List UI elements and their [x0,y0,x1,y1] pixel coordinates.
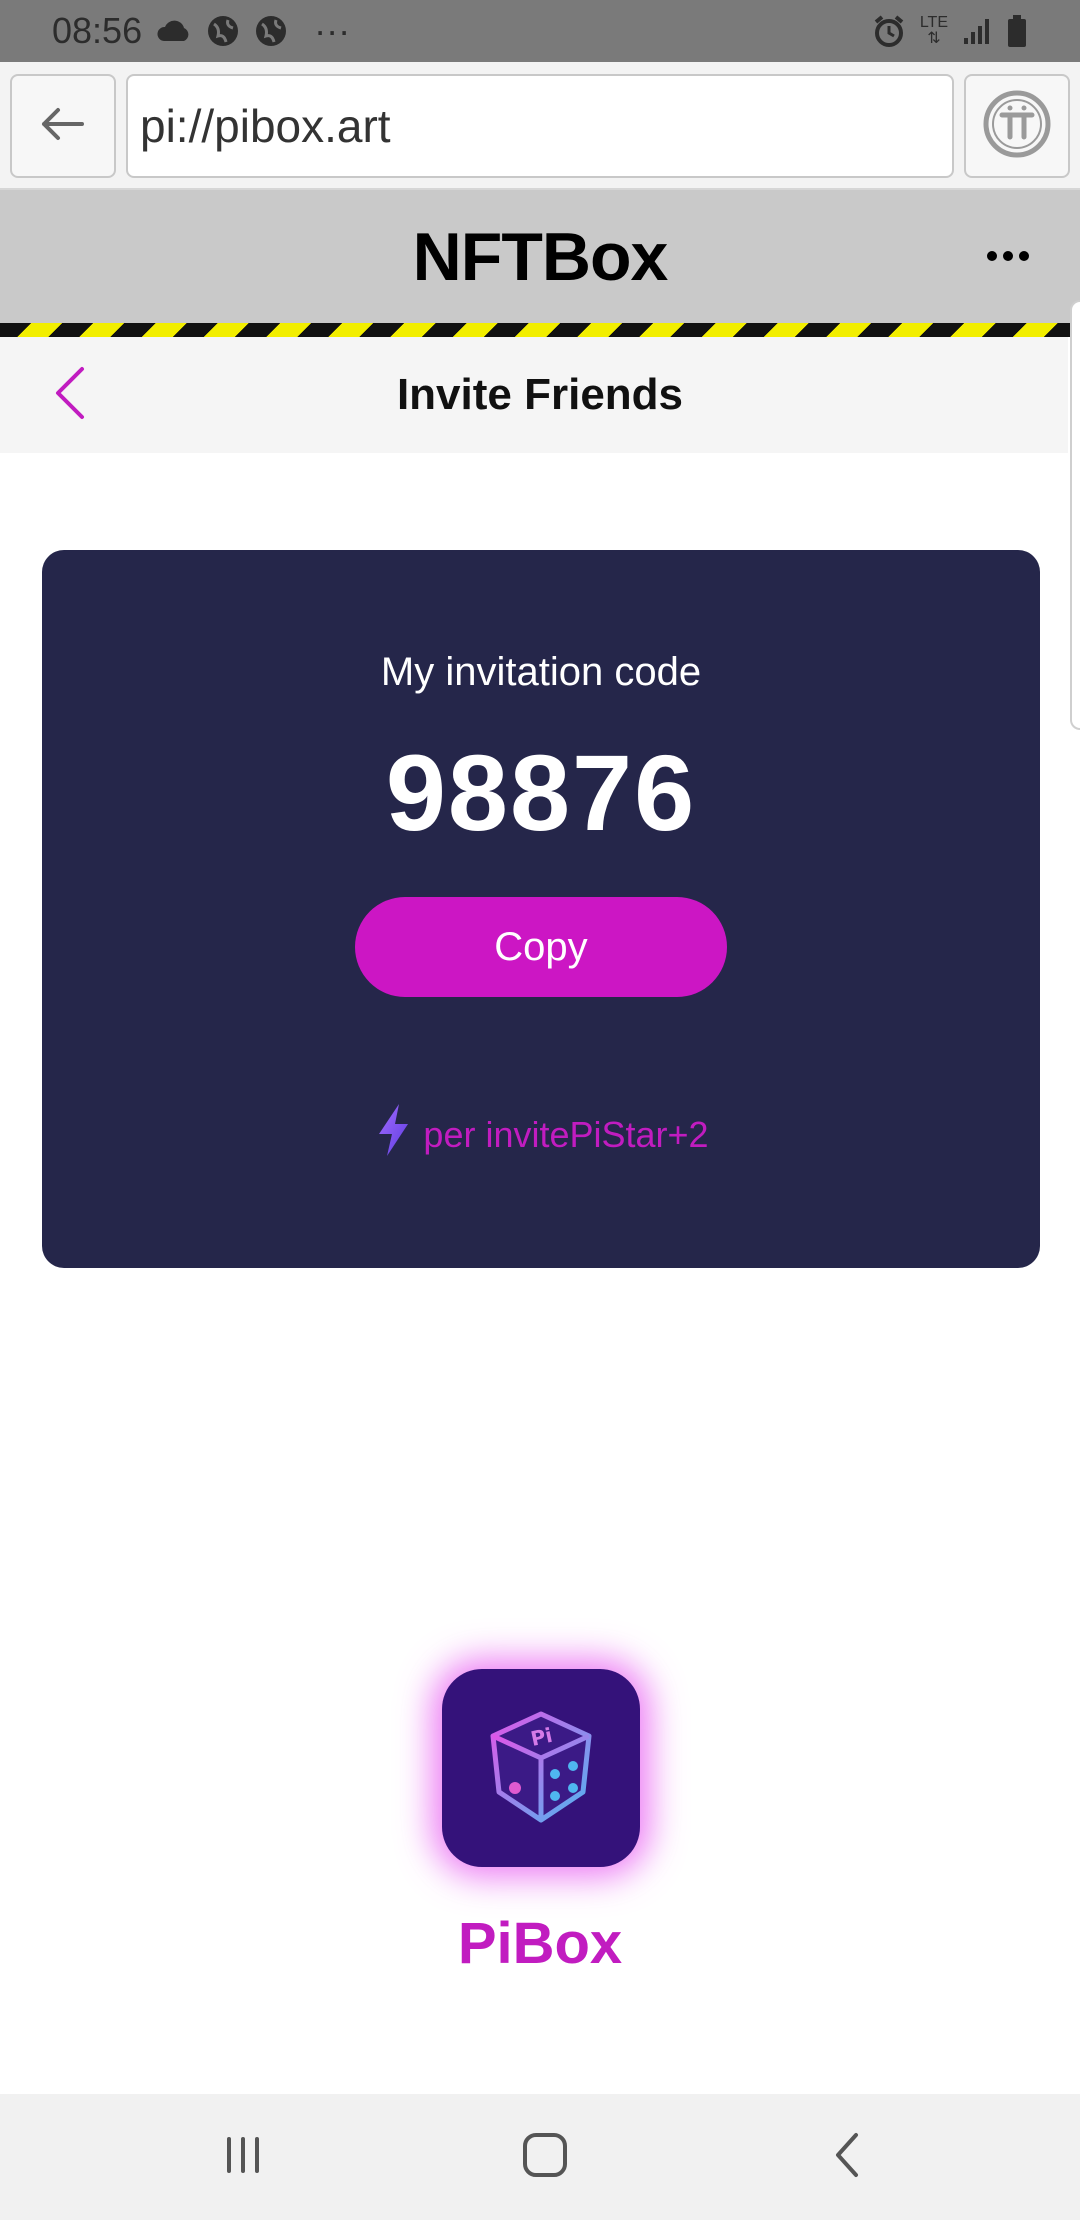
battery-icon [1006,14,1028,48]
alarm-icon [872,14,906,48]
globe-icon [206,14,240,48]
page-nav-bar: Invite Friends [0,337,1068,453]
cloud-icon [156,19,192,43]
lightning-icon [373,1102,413,1167]
pibox-logo: Pi [442,1669,640,1867]
app-title: NFTBox [412,218,669,295]
scroll-indicator [1070,300,1080,730]
pi-browser-button[interactable] [964,74,1070,178]
invitation-code-label: My invitation code [380,650,702,694]
recent-apps-icon [221,2133,265,2182]
status-left: 08:56 ··· [52,10,350,52]
page-title: Invite Friends [396,370,684,419]
home-button[interactable] [505,2122,585,2192]
copy-button[interactable]: Copy [355,897,727,997]
lte-icon: LTE ⇅ [920,15,948,47]
more-horizontal-icon [986,249,1030,267]
status-time: 08:56 [52,10,143,51]
lte-label: LTE [919,14,948,31]
app-header: NFTBox [0,190,1080,323]
dice-logo-icon: Pi [479,1704,603,1833]
recent-apps-button[interactable] [203,2122,283,2192]
browser-url-bar: pi://pibox.art [0,62,1080,190]
pi-logo-icon [982,89,1052,164]
data-arrows-icon: ⇅ [927,30,941,47]
signal-icon [962,16,992,46]
more-options-button[interactable] [976,226,1040,290]
status-right: LTE ⇅ [872,14,1028,48]
browser-back-button[interactable] [10,74,116,178]
system-back-button[interactable] [807,2122,887,2192]
invitation-card: My invitation code 98876 Copy per invite… [42,550,1040,1268]
hazard-stripe-divider [0,323,1080,337]
invitation-code: 98876 [385,732,697,853]
reward-text: per invitePiStar+2 [423,1113,709,1155]
url-input[interactable]: pi://pibox.art [126,74,954,178]
reward-info: per invitePiStar+2 [42,1102,1040,1167]
globe-icon [254,14,288,48]
more-notifications-indicator: ··· [314,10,351,51]
system-nav-bar [0,2094,1080,2220]
home-icon [520,2130,570,2185]
back-chevron-icon [832,2131,862,2184]
brand-name: PiBox [457,1911,623,1976]
arrow-left-icon [40,106,86,147]
status-bar: 08:56 ··· LTE ⇅ [0,0,1080,62]
